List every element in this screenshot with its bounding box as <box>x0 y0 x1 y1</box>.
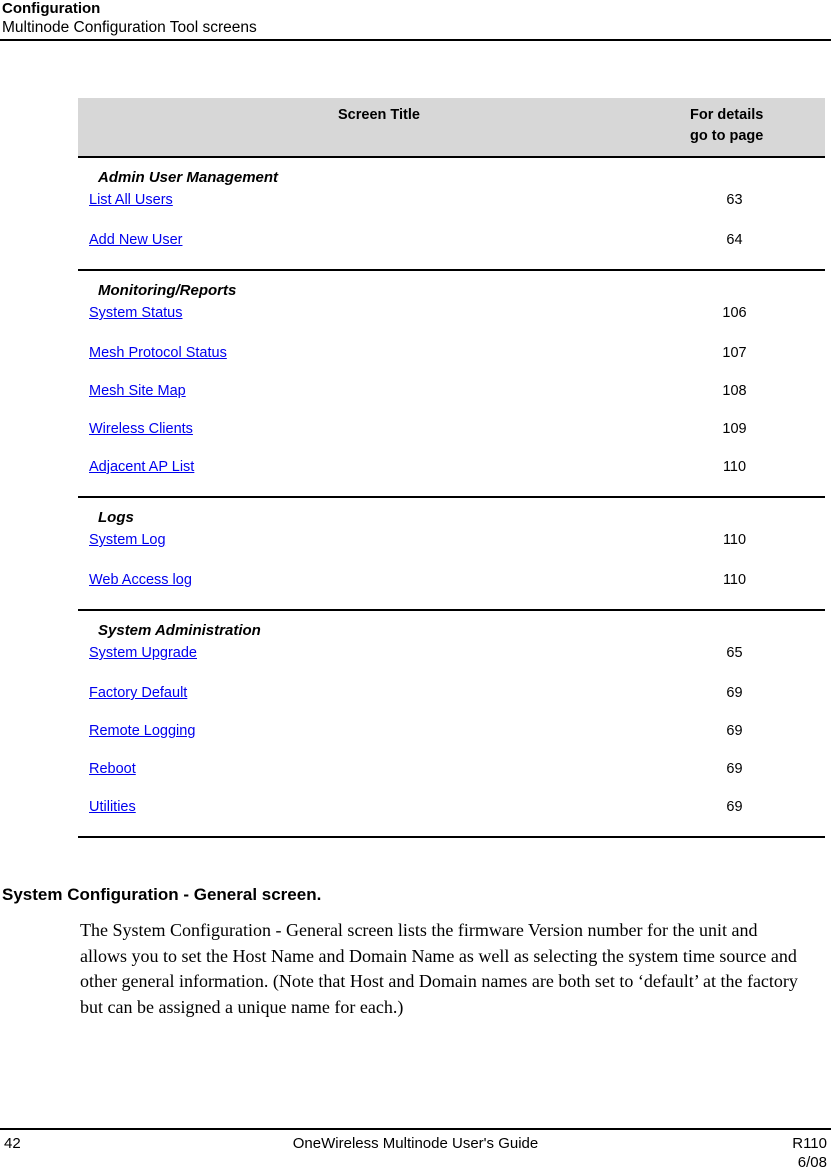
screen-link[interactable]: Utilities <box>89 799 136 815</box>
table-row[interactable]: Utilities 69 <box>78 798 825 836</box>
table-cell-page: 69 <box>726 799 743 815</box>
table-row[interactable]: Adjacent AP List 110 <box>78 458 825 496</box>
page-running-header: Configuration Multinode Configuration To… <box>0 0 831 41</box>
table-cell-page: 64 <box>726 232 743 248</box>
table-cell-page: 106 <box>722 305 747 321</box>
screen-link[interactable]: Wireless Clients <box>89 421 193 437</box>
screen-index-table: Screen Title For details go to page Admi… <box>78 98 825 838</box>
table-header-row: Screen Title For details go to page <box>78 98 825 158</box>
table-cell-screen-title: Mesh Protocol Status <box>78 344 690 362</box>
table-cell-page: 69 <box>726 723 743 739</box>
table-cell-screen-title: List All Users <box>78 191 690 209</box>
header-title-line1: Configuration <box>2 0 101 17</box>
table-cell-screen-title: System Status <box>78 304 690 322</box>
header-divider <box>0 39 831 41</box>
section-heading: System Configuration - General screen. <box>2 885 322 904</box>
page-running-footer: 42 OneWireless Multinode User's Guide R1… <box>0 1128 831 1174</box>
table-cell-screen-title: System Log <box>78 531 690 549</box>
column-header-screen-title: Screen Title <box>338 107 420 123</box>
table-cell-page: 69 <box>726 761 743 777</box>
table-cell-screen-title: Utilities <box>78 798 690 816</box>
table-cell-screen-title: Adjacent AP List <box>78 458 690 476</box>
table-row[interactable]: Reboot 69 <box>78 760 825 798</box>
footer-revision: R110 <box>792 1135 827 1152</box>
table-row[interactable]: Wireless Clients 109 <box>78 420 825 458</box>
table-cell-screen-title: Web Access log <box>78 571 690 589</box>
table-row[interactable]: Remote Logging 69 <box>78 722 825 760</box>
table-cell-screen-title: Remote Logging <box>78 722 690 740</box>
footer-document-title: OneWireless Multinode User's Guide <box>292 1135 539 1152</box>
screen-link[interactable]: Reboot <box>89 761 136 777</box>
screen-link[interactable]: Remote Logging <box>89 723 195 739</box>
screen-link[interactable]: Web Access log <box>89 572 192 588</box>
table-cell-screen-title: Factory Default <box>78 684 690 702</box>
screen-link[interactable]: Add New User <box>89 232 182 248</box>
table-row[interactable]: System Upgrade 65 <box>78 644 825 684</box>
screen-link[interactable]: System Status <box>89 305 182 321</box>
body-paragraph: The System Configuration - General scree… <box>80 920 798 1017</box>
table-cell-page: 65 <box>726 645 743 661</box>
table-section: System Administration System Upgrade 65 … <box>78 611 825 838</box>
footer-date: 6/08 <box>797 1154 827 1171</box>
section-title: Admin User Management <box>98 169 279 186</box>
screen-link[interactable]: Mesh Protocol Status <box>89 345 227 361</box>
screen-link[interactable]: System Log <box>89 532 166 548</box>
column-header-page-line1: For details <box>690 107 764 123</box>
header-title-line2: Multinode Configuration Tool screens <box>2 19 257 36</box>
table-cell-page: 110 <box>722 459 747 475</box>
table-cell-page: 110 <box>722 572 747 588</box>
screen-link[interactable]: Adjacent AP List <box>89 459 194 475</box>
table-row[interactable]: Add New User 64 <box>78 231 825 269</box>
table-row[interactable]: Mesh Site Map 108 <box>78 382 825 420</box>
section-title: Monitoring/Reports <box>98 282 237 299</box>
table-row[interactable]: System Status 106 <box>78 304 825 344</box>
table-cell-page: 109 <box>722 421 747 437</box>
screen-link[interactable]: System Upgrade <box>89 645 197 661</box>
section-title: System Administration <box>98 622 261 639</box>
table-cell-page: 107 <box>722 345 747 361</box>
column-header-page-line2: go to page <box>690 128 764 144</box>
table-row[interactable]: System Log 110 <box>78 531 825 571</box>
table-cell-screen-title: Reboot <box>78 760 690 778</box>
table-row[interactable]: Mesh Protocol Status 107 <box>78 344 825 382</box>
table-cell-page: 108 <box>722 383 747 399</box>
column-header-page: For details go to page <box>690 105 825 147</box>
table-cell-page: 69 <box>726 685 743 701</box>
table-cell-page: 110 <box>722 532 747 548</box>
screen-link[interactable]: Mesh Site Map <box>89 383 186 399</box>
table-cell-screen-title: Mesh Site Map <box>78 382 690 400</box>
table-row[interactable]: Web Access log 110 <box>78 571 825 609</box>
footer-row: 42 OneWireless Multinode User's Guide R1… <box>0 1130 831 1174</box>
screen-link[interactable]: List All Users <box>89 192 173 208</box>
section-title: Logs <box>98 509 134 526</box>
table-section: Admin User Management List All Users 63 … <box>78 158 825 271</box>
table-cell-screen-title: Wireless Clients <box>78 420 690 438</box>
table-cell-page: 63 <box>726 192 743 208</box>
screen-link[interactable]: Factory Default <box>89 685 187 701</box>
table-section: Logs System Log 110 Web Access log 110 <box>78 498 825 611</box>
table-cell-screen-title: System Upgrade <box>78 644 690 662</box>
table-cell-screen-title: Add New User <box>78 231 690 249</box>
table-section: Monitoring/Reports System Status 106 Mes… <box>78 271 825 498</box>
table-row[interactable]: Factory Default 69 <box>78 684 825 722</box>
footer-revision-block: R110 6/08 <box>792 1134 827 1172</box>
table-row[interactable]: List All Users 63 <box>78 191 825 231</box>
